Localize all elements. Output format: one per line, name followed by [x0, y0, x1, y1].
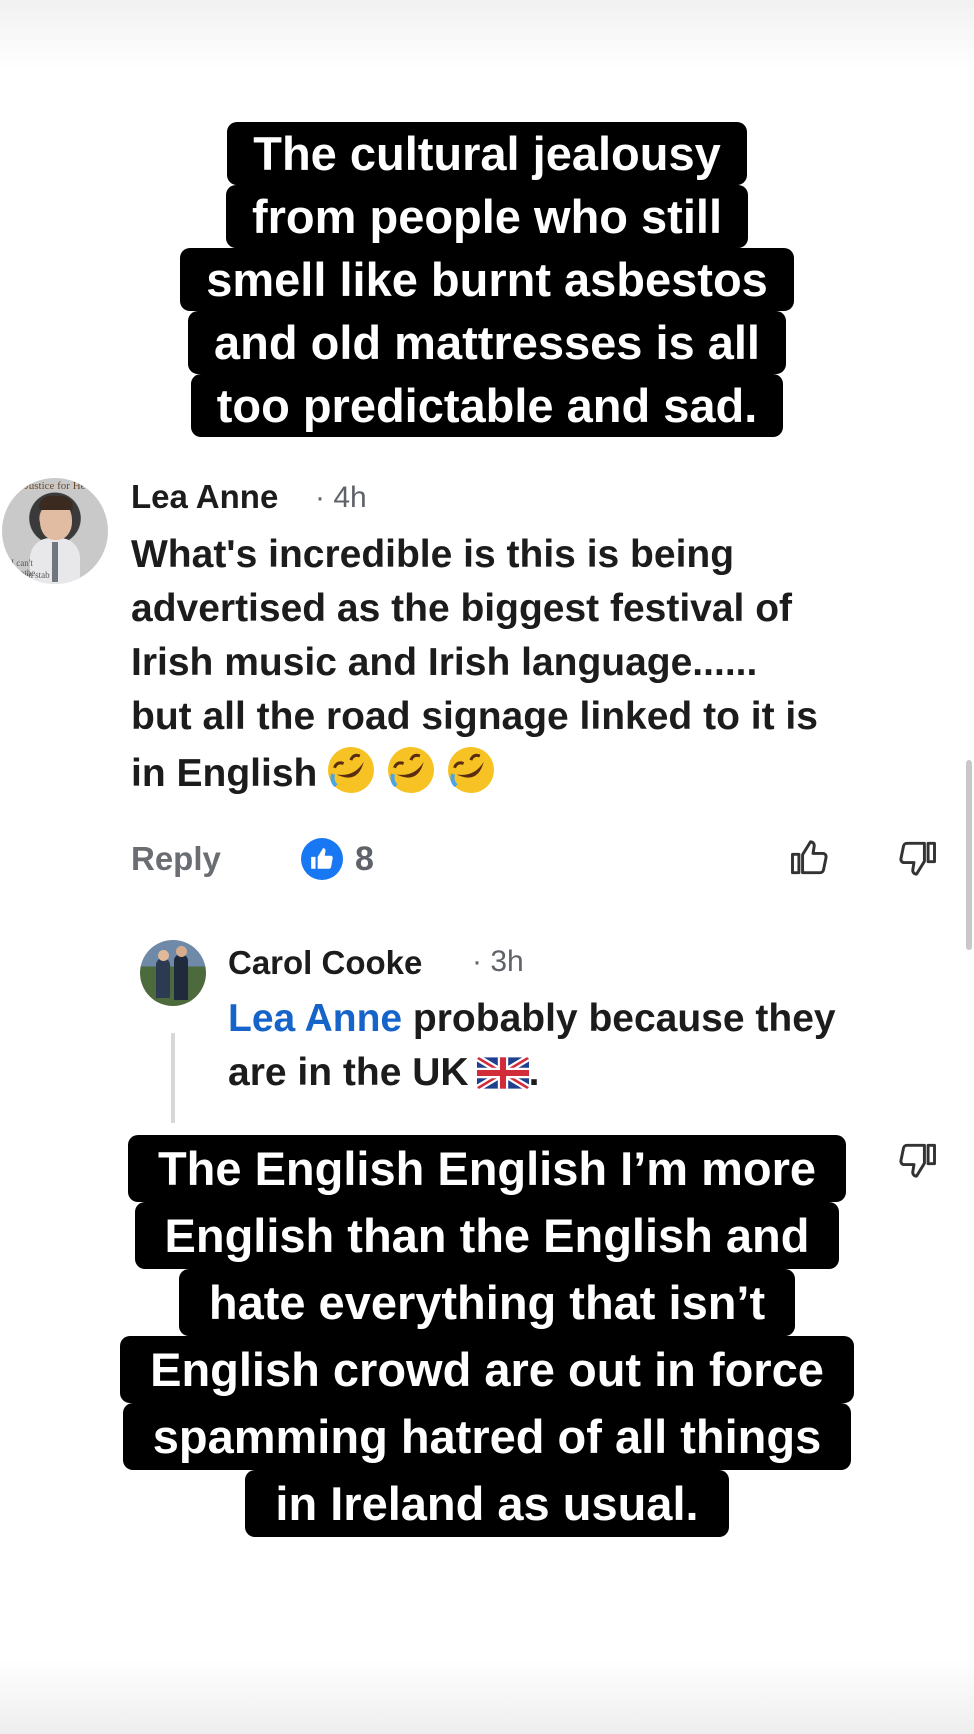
caption-line: too predictable and sad.	[190, 374, 784, 437]
caption-line: The English English I’m more	[127, 1135, 847, 1202]
comment-author[interactable]: Carol Cooke	[228, 944, 422, 982]
avatar-caption-3: Been stab	[14, 570, 50, 580]
avatar-caption: Justice for He	[24, 480, 86, 492]
comment-body: What's incredible is this is being adver…	[131, 528, 951, 801]
thumbs-up-icon	[311, 848, 333, 869]
thumbs-up-icon[interactable]	[787, 836, 831, 880]
top-fade	[0, 0, 974, 70]
caption-line: English than the English and	[134, 1202, 840, 1269]
bottom-fade	[0, 1660, 974, 1734]
avatar[interactable]: Justice for He I can't breathe Been stab	[2, 478, 108, 584]
caption-line: smell like burnt asbestos	[180, 248, 794, 311]
like-reaction-icon[interactable]	[301, 838, 343, 880]
comment-timestamp: · 4h	[315, 481, 367, 514]
thumbs-down-icon[interactable]	[896, 836, 940, 880]
caption-top: The cultural jealousy from people who st…	[0, 122, 974, 437]
caption-line: from people who still	[225, 185, 749, 248]
caption-line: English crowd are out in force	[120, 1336, 854, 1403]
avatar[interactable]	[140, 940, 206, 1006]
mention-link[interactable]: Lea Anne	[228, 997, 402, 1040]
caption-bottom: The English English I’m more English tha…	[0, 1135, 974, 1537]
rolling-on-floor-laughing-icon	[388, 747, 435, 793]
caption-line: and old mattresses is all	[188, 311, 786, 374]
scrollbar[interactable]	[966, 760, 972, 950]
thread-line	[171, 1033, 175, 1123]
caption-line: hate everything that isn’t	[178, 1269, 796, 1336]
uk-flag-icon	[476, 1057, 529, 1089]
caption-line: in Ireland as usual.	[245, 1470, 729, 1537]
comment-author[interactable]: Lea Anne	[131, 478, 278, 516]
like-count: 8	[355, 840, 374, 878]
rolling-on-floor-laughing-icon	[448, 747, 495, 793]
comment-body: Lea Anne probably because they are in th…	[228, 997, 836, 1094]
reply-button[interactable]: Reply	[131, 840, 221, 878]
caption-line: The cultural jealousy	[227, 122, 747, 185]
caption-line: spamming hatred of all things	[122, 1403, 852, 1470]
comment-timestamp: · 3h	[472, 945, 524, 978]
rolling-on-floor-laughing-icon	[328, 747, 375, 793]
